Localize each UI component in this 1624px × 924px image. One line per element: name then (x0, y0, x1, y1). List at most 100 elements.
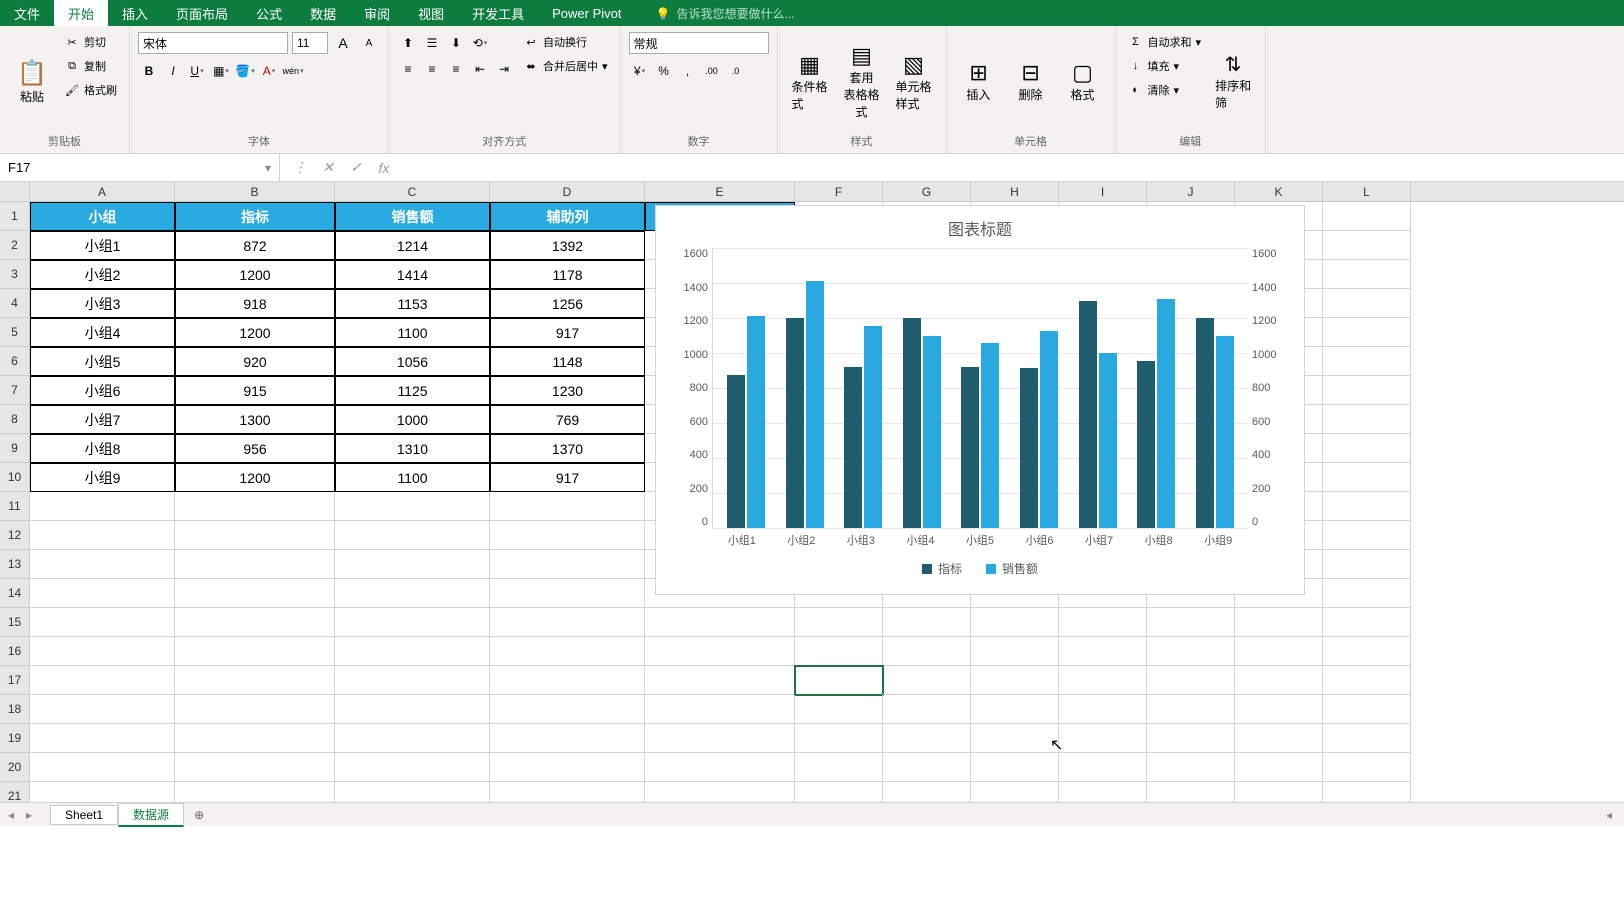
cell-L16[interactable] (1323, 637, 1411, 666)
cell-L8[interactable] (1323, 405, 1411, 434)
cell-C15[interactable] (335, 608, 490, 637)
cell-L11[interactable] (1323, 492, 1411, 521)
phonetic-button[interactable]: wén (282, 60, 304, 82)
cell-L13[interactable] (1323, 550, 1411, 579)
row-header-4[interactable]: 4 (0, 289, 30, 318)
tell-me[interactable]: 💡告诉我您想要做什么... (656, 5, 795, 22)
cell-J21[interactable] (1147, 782, 1235, 802)
cell-G18[interactable] (883, 695, 971, 724)
name-box[interactable]: ▾ (0, 154, 280, 181)
italic-button[interactable]: I (162, 60, 184, 82)
cell-C1[interactable]: 销售额 (335, 202, 490, 231)
cell-L12[interactable] (1323, 521, 1411, 550)
cell-C11[interactable] (335, 492, 490, 521)
cell-L10[interactable] (1323, 463, 1411, 492)
cell-L17[interactable] (1323, 666, 1411, 695)
expand-fn-button[interactable]: ⋮ (288, 158, 312, 178)
bar-销售额-小组6[interactable] (1040, 331, 1058, 528)
cell-C13[interactable] (335, 550, 490, 579)
bar-指标-小组2[interactable] (786, 318, 804, 528)
chart-title[interactable]: 图表标题 (666, 216, 1294, 240)
cell-B6[interactable]: 920 (175, 347, 335, 376)
fill-color-button[interactable]: 🪣 (234, 60, 256, 82)
row-header-11[interactable]: 11 (0, 492, 30, 521)
cell-J15[interactable] (1147, 608, 1235, 637)
cell-B2[interactable]: 872 (175, 231, 335, 260)
row-header-19[interactable]: 19 (0, 724, 30, 753)
cell-C20[interactable] (335, 753, 490, 782)
cell-D17[interactable] (490, 666, 645, 695)
cell-F15[interactable] (795, 608, 883, 637)
cell-C5[interactable]: 1100 (335, 318, 490, 347)
cell-I19[interactable] (1059, 724, 1147, 753)
cell-F17[interactable] (795, 666, 883, 695)
cell-H16[interactable] (971, 637, 1059, 666)
fill-button[interactable]: ↓填充 ▾ (1124, 56, 1206, 76)
bar-group-小组2[interactable] (784, 281, 826, 528)
cell-D13[interactable] (490, 550, 645, 579)
cell-D10[interactable]: 917 (490, 463, 645, 492)
legend-销售额[interactable]: 销售额 (986, 560, 1038, 577)
cell-A19[interactable] (30, 724, 175, 753)
currency-button[interactable]: ¥ (629, 60, 651, 82)
cell-A1[interactable]: 小组 (30, 202, 175, 231)
row-header-15[interactable]: 15 (0, 608, 30, 637)
row-header-7[interactable]: 7 (0, 376, 30, 405)
cell-L5[interactable] (1323, 318, 1411, 347)
cell-D3[interactable]: 1178 (490, 260, 645, 289)
cell-I20[interactable] (1059, 753, 1147, 782)
cell-G19[interactable] (883, 724, 971, 753)
cell-B15[interactable] (175, 608, 335, 637)
fx-button[interactable]: fx (372, 158, 396, 178)
col-header-B[interactable]: B (175, 182, 335, 201)
tab-nav-prev[interactable]: ◂ (8, 808, 24, 822)
increase-font-button[interactable]: A (332, 32, 354, 54)
bar-group-小组9[interactable] (1194, 318, 1236, 528)
cell-L21[interactable] (1323, 782, 1411, 802)
cell-C21[interactable] (335, 782, 490, 802)
cell-E15[interactable] (645, 608, 795, 637)
cell-C19[interactable] (335, 724, 490, 753)
format-cells-button[interactable]: ▢格式 (1059, 32, 1107, 131)
bold-button[interactable]: B (138, 60, 160, 82)
cell-D5[interactable]: 917 (490, 318, 645, 347)
cell-D18[interactable] (490, 695, 645, 724)
decrease-font-button[interactable]: A (358, 32, 380, 54)
cell-E20[interactable] (645, 753, 795, 782)
cell-B3[interactable]: 1200 (175, 260, 335, 289)
cell-D2[interactable]: 1392 (490, 231, 645, 260)
cell-C16[interactable] (335, 637, 490, 666)
cell-H17[interactable] (971, 666, 1059, 695)
col-header-J[interactable]: J (1147, 182, 1235, 201)
cell-L19[interactable] (1323, 724, 1411, 753)
dec-decimal-button[interactable]: .0 (725, 60, 747, 82)
row-header-16[interactable]: 16 (0, 637, 30, 666)
cell-L1[interactable] (1323, 202, 1411, 231)
col-header-C[interactable]: C (335, 182, 490, 201)
cell-L18[interactable] (1323, 695, 1411, 724)
cell-B7[interactable]: 915 (175, 376, 335, 405)
cell-F16[interactable] (795, 637, 883, 666)
cell-A15[interactable] (30, 608, 175, 637)
align-center-button[interactable]: ≡ (421, 58, 443, 80)
cell-E17[interactable] (645, 666, 795, 695)
bar-指标-小组7[interactable] (1079, 301, 1097, 529)
cell-B17[interactable] (175, 666, 335, 695)
menu-view[interactable]: 视图 (404, 0, 458, 26)
percent-button[interactable]: % (653, 60, 675, 82)
cell-G15[interactable] (883, 608, 971, 637)
cell-K18[interactable] (1235, 695, 1323, 724)
bar-销售额-小组3[interactable] (864, 326, 882, 528)
bar-指标-小组9[interactable] (1196, 318, 1214, 528)
row-header-12[interactable]: 12 (0, 521, 30, 550)
font-name-select[interactable] (138, 32, 288, 54)
bar-指标-小组5[interactable] (961, 367, 979, 528)
cell-C4[interactable]: 1153 (335, 289, 490, 318)
cell-K21[interactable] (1235, 782, 1323, 802)
confirm-fn-button[interactable]: ✓ (344, 158, 368, 178)
row-header-17[interactable]: 17 (0, 666, 30, 695)
cell-L9[interactable] (1323, 434, 1411, 463)
col-header-A[interactable]: A (30, 182, 175, 201)
row-header-5[interactable]: 5 (0, 318, 30, 347)
row-header-2[interactable]: 2 (0, 231, 30, 260)
